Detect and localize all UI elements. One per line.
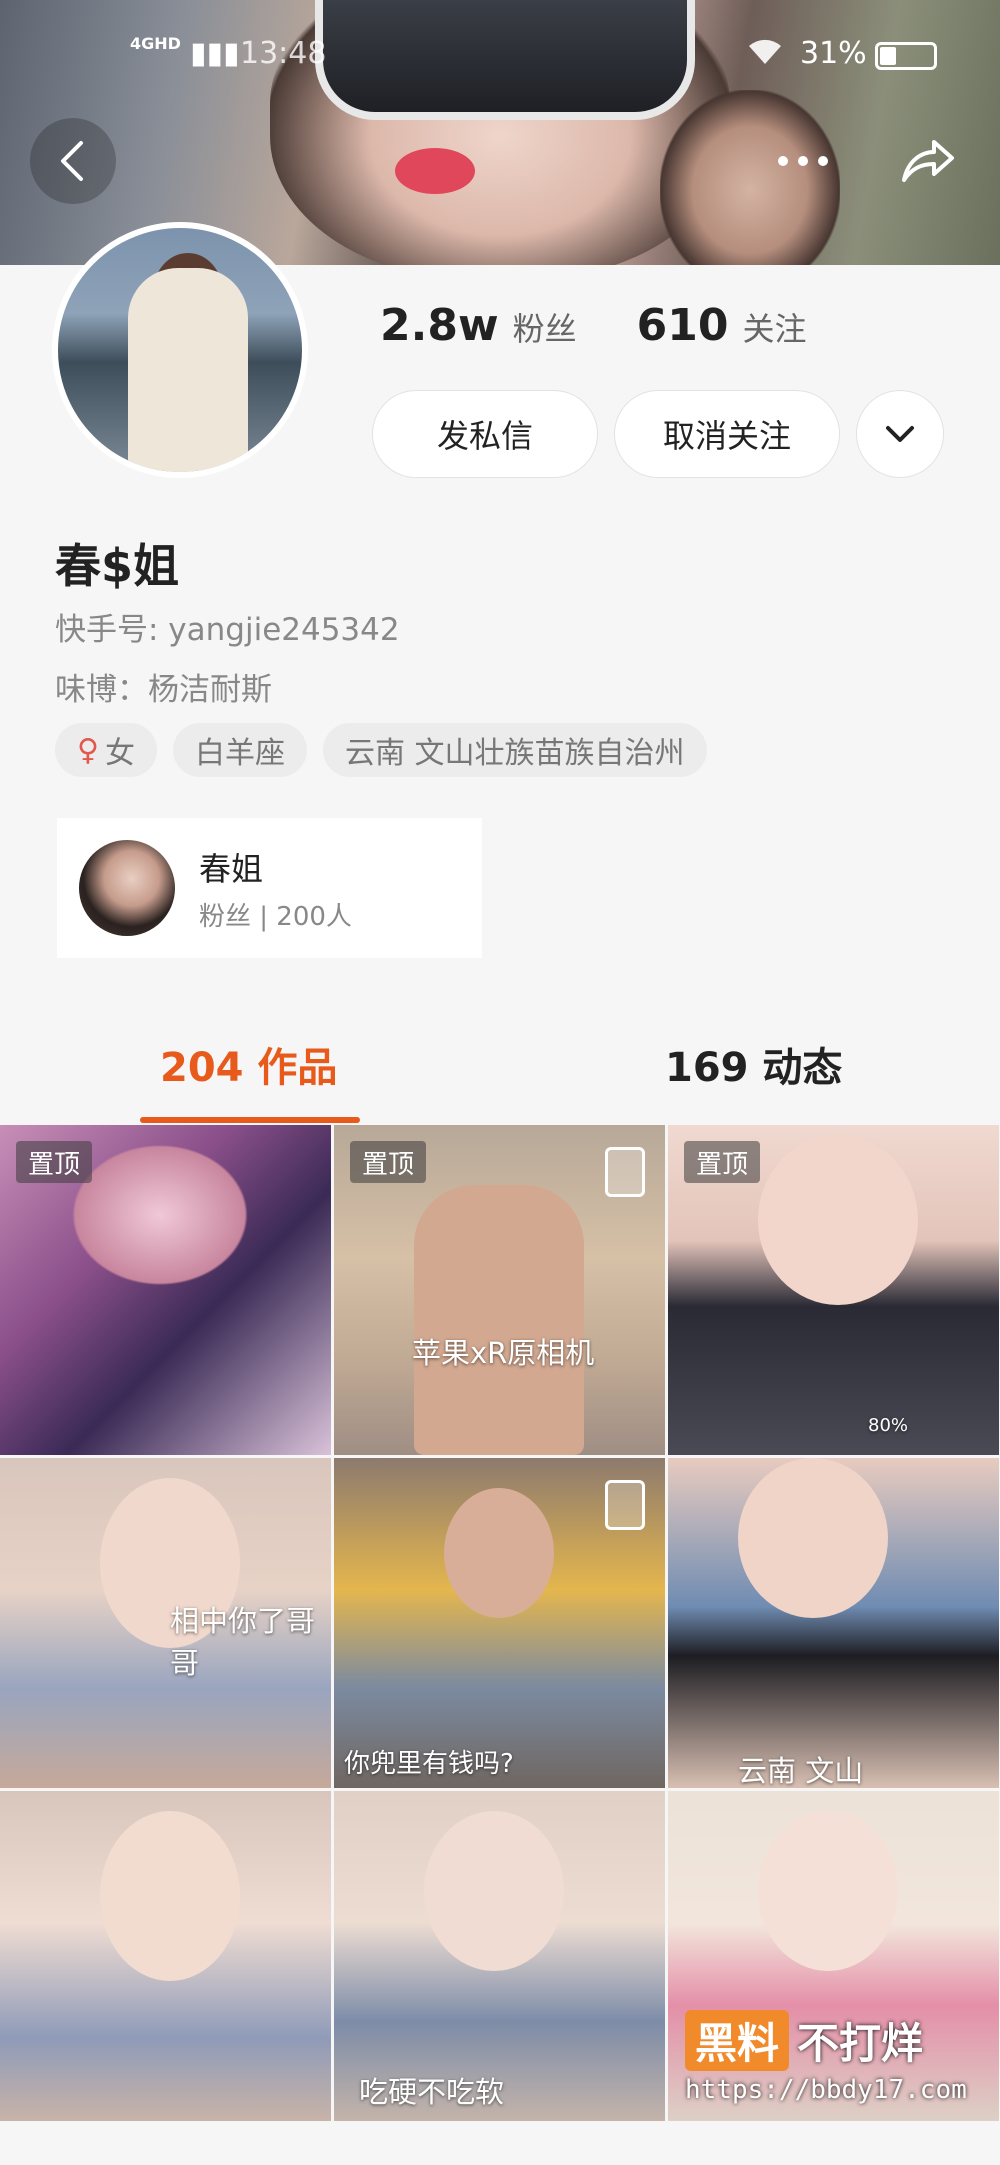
thumbnail-caption: 云南 文山 (738, 1754, 864, 1788)
grid-item[interactable] (0, 1791, 331, 2121)
content-tabs: 204 作品 169 动态 (0, 1010, 1000, 1120)
avatar-figure (128, 268, 248, 472)
thumbnail-image (738, 1458, 888, 1618)
female-icon: ♀ (77, 732, 99, 768)
gender-tag: ♀ 女 (55, 723, 157, 777)
share-icon (902, 140, 954, 182)
thumbnail-image (414, 1185, 584, 1455)
status-bar: 4GHD ▮▮▮ 13:48 31% (0, 28, 1000, 88)
tab-moments[interactable]: 169 动态 (665, 1035, 842, 1093)
fan-group-name: 春姐 (199, 850, 264, 888)
grid-item[interactable]: 置顶 (0, 1125, 331, 1455)
following-label[interactable]: 关注 (742, 304, 806, 350)
thumbnail-image (444, 1488, 554, 1618)
watermark-badge: 黑料 (685, 2010, 790, 2071)
grid-item[interactable]: 云南 文山 (668, 1458, 999, 1788)
cover-lips (395, 148, 475, 194)
followers-count[interactable]: 2.8w (380, 300, 499, 351)
thumbnail-image (758, 1811, 898, 1971)
grid-item[interactable]: 吃硬不吃软 (334, 1791, 665, 2121)
profile-page: 4GHD ▮▮▮ 13:48 31% 2.8w 粉丝 610 关注 发私信 取消 (0, 0, 1000, 2165)
network-indicator: 4GHD (130, 34, 181, 53)
more-options-button[interactable] (856, 390, 944, 478)
progress-badge: 80% (868, 1415, 909, 1436)
video-icon (605, 1480, 645, 1530)
unfollow-button[interactable]: 取消关注 (614, 390, 840, 478)
watermark-logo: 黑料 不打烊 (685, 2010, 967, 2071)
thumbnail-image (100, 1811, 240, 1981)
watermark-text: 不打烊 (797, 2019, 924, 2068)
chevron-left-icon (61, 141, 83, 181)
profile-tags: ♀ 女 白羊座 云南 文山壮族苗族自治州 (55, 723, 707, 777)
grid-item[interactable]: 你兜里有钱吗? (334, 1458, 665, 1788)
signal-icon: ▮▮▮ (190, 36, 240, 71)
tab-works[interactable]: 204 作品 (160, 1035, 337, 1093)
thumbnail-caption: 吃硬不吃软 (359, 2075, 505, 2109)
grid-item[interactable]: 相中你了哥哥 (0, 1458, 331, 1788)
more-dots-icon (778, 156, 828, 166)
followers-label[interactable]: 粉丝 (513, 304, 577, 350)
thumbnail-caption: 相中你了哥哥 (170, 1604, 316, 1680)
watermark-url: https://bbdy17.com (685, 2075, 967, 2105)
battery-icon (875, 42, 937, 70)
battery-percent: 31% (800, 36, 867, 71)
video-icon (605, 1147, 645, 1197)
active-tab-indicator (140, 1117, 360, 1123)
following-count[interactable]: 610 (637, 300, 729, 351)
thumbnail-image (424, 1811, 564, 1971)
thumbnail-caption: 你兜里有钱吗? (344, 1749, 514, 1779)
battery-level (880, 47, 897, 65)
fan-group-count: 粉丝 | 200人 (199, 902, 352, 932)
thumbnail-image (758, 1135, 918, 1305)
fan-group-card[interactable]: 春姐 粉丝 | 200人 (57, 818, 482, 958)
weibo-info: 味博：杨洁耐斯 (55, 672, 272, 708)
grid-item[interactable]: 置顶 80% (668, 1125, 999, 1455)
pinned-badge: 置顶 (684, 1141, 761, 1183)
pinned-badge: 置顶 (16, 1141, 93, 1183)
gender-label: 女 (104, 736, 135, 771)
zodiac-tag: 白羊座 (172, 723, 307, 777)
chevron-down-icon (886, 426, 914, 442)
profile-stats: 2.8w 粉丝 610 关注 (380, 300, 866, 351)
grid-item[interactable]: 置顶 苹果xR原相机 (334, 1125, 665, 1455)
pinned-badge: 置顶 (350, 1141, 427, 1183)
status-time: 13:48 (240, 36, 327, 71)
wifi-icon (745, 34, 785, 74)
share-button[interactable] (885, 118, 971, 204)
avatar[interactable] (52, 222, 308, 478)
profile-name: 春$姐 (55, 539, 180, 593)
more-button[interactable] (760, 118, 846, 204)
thumbnail-caption: 苹果xR原相机 (412, 1336, 595, 1370)
kuaishou-id: 快手号: yangjie245342 (55, 612, 400, 648)
back-button[interactable] (30, 118, 116, 204)
location-tag: 云南 文山壮族苗族自治州 (322, 723, 707, 777)
watermark: 黑料 不打烊 https://bbdy17.com (685, 2010, 967, 2105)
fan-group-avatar (79, 840, 175, 936)
send-message-button[interactable]: 发私信 (372, 390, 598, 478)
